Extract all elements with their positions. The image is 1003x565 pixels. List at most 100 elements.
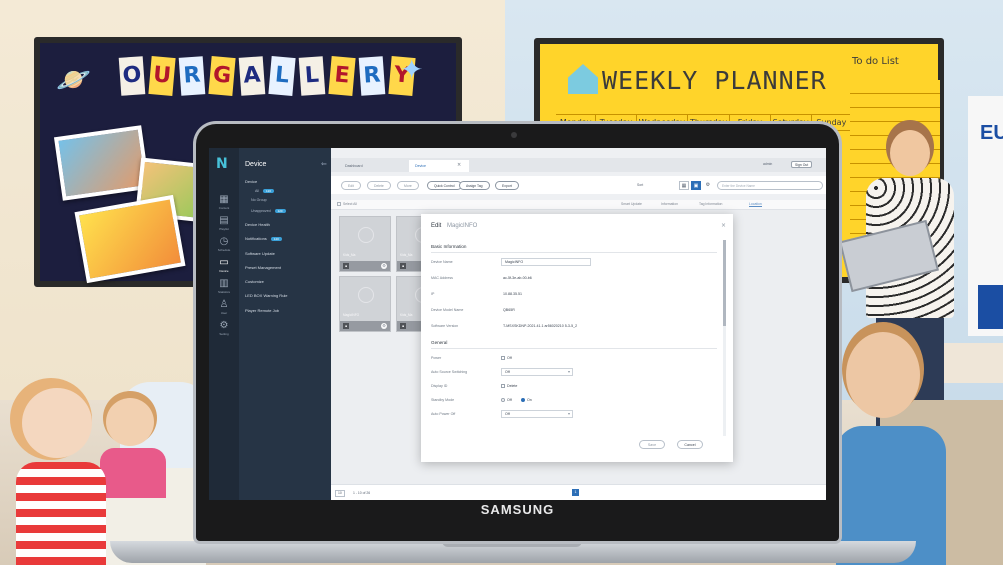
close-icon[interactable]: × xyxy=(457,162,461,168)
nav-item-player-remote-job[interactable]: Player Remote Job xyxy=(245,308,279,313)
rail-item-user[interactable]: ♙ User xyxy=(209,299,239,315)
search-input[interactable]: Enter the Device Name xyxy=(717,181,823,190)
rail-item-playlist[interactable]: ▤ Playlist xyxy=(209,215,239,231)
radio-option-off[interactable]: Off xyxy=(501,398,512,403)
gallery-letter: E xyxy=(328,56,356,96)
scrollbar-thumb[interactable] xyxy=(723,240,726,326)
nav-title: Device xyxy=(245,161,267,168)
device-nav-panel: Device ⇐ Device All 120 No Group Unapproved 1… xyxy=(239,148,331,500)
child-head xyxy=(22,388,92,458)
rail-item-label: Statistics xyxy=(217,290,230,294)
nav-item-label: LED BOX Warning Rule xyxy=(245,293,288,298)
page-size-select[interactable]: 10 xyxy=(335,490,345,497)
dialog-scrollbar[interactable] xyxy=(723,240,726,436)
teacher-head xyxy=(890,130,930,176)
field-label: Power xyxy=(431,356,442,360)
save-button[interactable]: Save xyxy=(639,440,665,449)
main-content: Dashboard Device × admin Sign Out Edit De… xyxy=(331,148,826,500)
dialog-device-name: MagicINFO xyxy=(447,223,478,229)
laptop-base xyxy=(110,541,916,563)
close-icon[interactable]: × xyxy=(721,222,726,229)
settings-icon[interactable]: ⚙ xyxy=(703,181,713,190)
planner-title: WEEKLY PLANNER xyxy=(602,66,827,95)
radio-option-on[interactable]: On xyxy=(521,398,532,403)
more-button[interactable]: More xyxy=(397,181,419,190)
grid-view-icon[interactable]: ▦ xyxy=(679,181,689,190)
nav-item-label: Device Health xyxy=(245,222,270,227)
nav-item-notifications[interactable]: Notifications 120 xyxy=(245,236,282,241)
field-value: ac-5f-3e-ab-00-b6 xyxy=(503,276,532,280)
rail-item-label: Content xyxy=(218,206,230,210)
planet-doodle-icon: 🪐 xyxy=(56,63,91,96)
n-logo-icon[interactable]: N xyxy=(216,156,228,172)
field-label: Software Version xyxy=(431,324,459,328)
wall-sign-text: EU xyxy=(980,122,1003,144)
count-badge: 120 xyxy=(270,236,282,241)
nav-item-label: Unapproved xyxy=(251,209,271,213)
rail-item-schedule[interactable]: ◷ Schedule xyxy=(209,236,239,252)
dropdown-select[interactable]: Off xyxy=(501,410,573,418)
nav-item-label: All xyxy=(255,189,259,193)
rail-item-label: Setting xyxy=(219,332,229,336)
tab-label: Dashboard xyxy=(345,164,363,168)
content-icon: ▦ xyxy=(219,194,229,205)
child-right xyxy=(836,332,946,565)
basic-info-heading: Basic Information xyxy=(431,244,467,249)
dropdown-select[interactable]: Off xyxy=(501,368,573,376)
sort-label[interactable]: Sort xyxy=(637,183,643,187)
gallery-letter: U xyxy=(148,56,176,96)
nav-item-no-group[interactable]: No Group xyxy=(251,198,267,202)
rail-item-content[interactable]: ▦ Content xyxy=(209,194,239,210)
gallery-photo xyxy=(74,194,186,284)
tile-view-icon[interactable]: ▣ xyxy=(691,181,701,190)
camera-icon xyxy=(511,132,517,138)
nav-item-label: Software Update xyxy=(245,251,275,256)
nav-item-all[interactable]: All 120 xyxy=(255,189,275,194)
tab-dashboard[interactable]: Dashboard xyxy=(339,160,369,172)
schedule-icon: ◷ xyxy=(219,236,229,247)
export-button[interactable]: Export xyxy=(495,181,519,190)
field-label: Auto Power Off xyxy=(431,412,456,416)
rail-item-label: Schedule xyxy=(217,248,231,252)
nav-item-unapproved[interactable]: Unapproved 120 xyxy=(251,209,286,214)
sign-out-button[interactable]: Sign Out xyxy=(791,161,813,168)
nav-item-customize[interactable]: Customize xyxy=(245,279,264,284)
nav-item-software-update[interactable]: Software Update xyxy=(245,251,275,256)
gallery-letter: A xyxy=(238,56,266,96)
nav-item-device[interactable]: Device xyxy=(245,179,257,184)
rail-item-setting[interactable]: ⚙ Setting xyxy=(209,320,239,336)
radio-label: Off xyxy=(507,398,512,402)
page-number-button[interactable]: 1 xyxy=(572,489,579,496)
delete-button[interactable]: Delete xyxy=(367,181,391,190)
rail-item-device[interactable]: ▭ Device xyxy=(209,257,239,273)
dialog-title: Edit xyxy=(431,223,442,229)
toggle-checkbox[interactable]: Off xyxy=(501,356,512,361)
edit-button[interactable]: Edit xyxy=(341,181,361,190)
quick-control-button[interactable]: Quick Control xyxy=(427,181,462,190)
cancel-button[interactable]: Cancel xyxy=(677,440,703,449)
rail-item-label: Playlist xyxy=(219,227,229,231)
child-head xyxy=(846,332,920,418)
rail-item-statistics[interactable]: ▥ Statistics xyxy=(209,278,239,294)
assign-tag-button[interactable]: Assign Tag xyxy=(459,181,490,190)
nav-item-led-box-warning-rule[interactable]: LED BOX Warning Rule xyxy=(245,293,288,298)
toggle-checkbox[interactable]: Delete xyxy=(501,384,517,389)
nav-item-label: Preset Management xyxy=(245,265,282,270)
nav-item-label: Customize xyxy=(245,279,264,284)
gallery-letter: G xyxy=(208,56,236,96)
collapse-arrow-icon[interactable]: ⇐ xyxy=(321,160,327,168)
field-label: Device Name xyxy=(431,260,453,264)
nav-item-preset-management[interactable]: Preset Management xyxy=(245,265,281,270)
device-name-input[interactable]: MagicINFO xyxy=(501,258,591,266)
statistics-icon: ▥ xyxy=(219,278,229,289)
gallery-title: OURGALLERY xyxy=(118,56,416,96)
checkbox-label: Off xyxy=(507,356,512,360)
nav-item-label: No Group xyxy=(251,198,267,202)
field-value: QB65R xyxy=(503,308,515,312)
divider xyxy=(431,252,717,253)
settings-icon: ⚙ xyxy=(219,320,229,331)
nav-item-device-health[interactable]: Device Health xyxy=(245,222,270,227)
tab-label: Device xyxy=(415,164,426,168)
rail-item-label: User xyxy=(220,311,228,315)
laptop-hinge-notch xyxy=(442,541,582,547)
